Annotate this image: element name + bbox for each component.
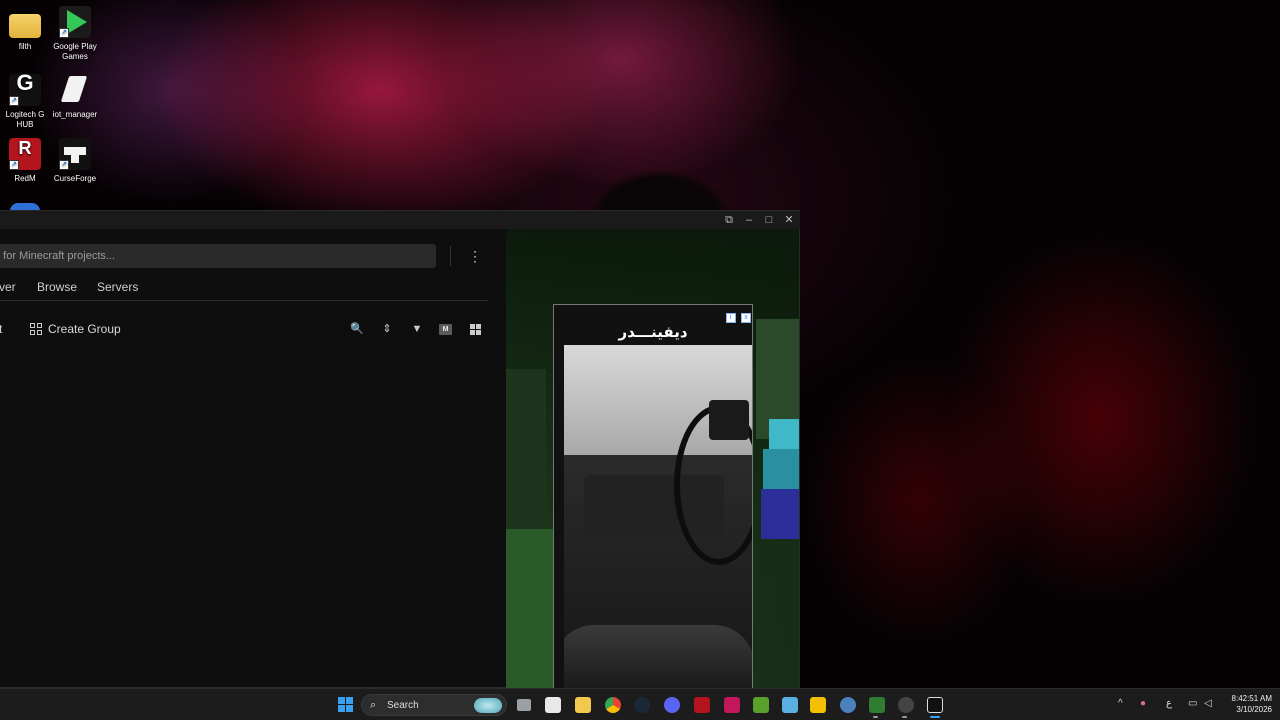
start-button[interactable] [338,697,354,713]
active-indicator [930,716,940,718]
partial-action-button[interactable]: t [0,322,2,336]
ad-info-icon[interactable]: i [725,313,736,323]
chrome-icon[interactable] [605,697,621,713]
grid-view-icon[interactable] [470,324,481,335]
rockstar-icon[interactable] [810,697,826,713]
filter-icon[interactable]: ▼ [409,321,425,337]
minecraft-character [761,419,799,539]
tray-overflow-icon[interactable]: ^ [1118,698,1123,709]
desktop-icon-label: Google Play Games [53,42,97,61]
taskbar-search-label: Search [387,700,419,711]
desktop-icon-filth[interactable]: filth [0,8,53,52]
minimize-button[interactable]: – [740,212,758,228]
ad-image-pillar [554,305,564,688]
more-options-icon[interactable]: ⋮ [467,244,483,268]
desktop-icon-google-play-games[interactable]: ↗ Google Play Games [47,6,103,62]
redm-icon: ↗ [9,138,41,170]
library-actions: t Create Group 🔍 ⇕ ▼ M [0,317,488,341]
ad-background: ديفينـــدر i x [506,229,799,689]
ad-title: ديفينـــدر [618,323,688,341]
search-icon[interactable]: 🔍 [349,321,365,337]
maximize-button[interactable]: □ [760,212,778,228]
ad-image-mirror [709,400,749,440]
desktop-icon-label: filth [18,42,32,51]
minecraft-icon[interactable] [753,697,769,713]
search-input[interactable] [0,244,436,268]
input-language-indicator[interactable]: ع [1166,698,1172,709]
app-icon[interactable] [724,697,740,713]
redm-icon[interactable] [694,697,710,713]
snap-layout-icon[interactable]: ⧉ [720,212,738,228]
volume-icon[interactable]: ◁ [1204,698,1212,709]
desktop-icon-label: RedM [14,174,36,183]
clock-date: 3/10/2026 [1236,705,1272,714]
taskbar: ⌕ Search ^ ● ع ▭ ◁ 8:42:51 AM 3/10/2026 [0,688,1280,720]
browser-icon[interactable] [840,697,856,713]
shortcut-arrow-icon: ↗ [9,96,19,106]
logitech-g-hub-icon: ↗ [9,74,41,106]
shortcut-arrow-icon: ↗ [59,160,69,170]
tab-servers[interactable]: Servers [97,280,138,294]
network-icon[interactable]: ▭ [1188,698,1197,709]
desktop-icon-curseforge[interactable]: ↗ CurseForge [47,138,103,184]
window-titlebar[interactable]: ⧉ – □ ✕ [0,211,800,229]
curseforge-taskbar-icon[interactable] [927,697,943,713]
tab-browse[interactable]: Browse [37,280,77,294]
desktop-icon-label: Logitech G HUB [5,110,45,129]
search-icon: ⌕ [370,699,377,711]
system-clock[interactable]: 8:42:51 AM 3/10/2026 [1222,693,1272,715]
view-mode-badge[interactable]: M [439,324,452,335]
desktop-icon-iot-manager[interactable]: iot_manager [47,74,103,120]
tab-discover[interactable]: ver [0,280,16,294]
steam-icon[interactable] [634,697,650,713]
xbox-icon[interactable] [869,697,885,713]
advertisement-card[interactable]: ديفينـــدر i x [553,304,753,689]
running-indicator [873,716,878,718]
desktop-icon-redm[interactable]: ↗ RedM [0,138,53,184]
curseforge-icon: ↗ [59,138,91,170]
create-group-icon [30,323,42,335]
desktop-icon-logitech-g-hub[interactable]: ↗ Logitech G HUB [0,74,53,130]
desktop-icon-label: iot_manager [52,110,98,119]
microsoft-store-icon[interactable] [545,697,561,713]
taskbar-search[interactable]: ⌕ Search [361,694,507,716]
create-group-button[interactable]: Create Group [48,322,121,336]
shortcut-arrow-icon: ↗ [9,160,19,170]
google-play-games-icon: ↗ [59,6,91,38]
iot-manager-icon [59,74,91,106]
file-explorer-icon[interactable] [575,697,591,713]
nav-tabs: ver Browse Servers [0,273,488,301]
folder-icon [9,14,41,38]
search-bar [0,244,436,268]
search-highlight-icon [474,698,502,713]
obs-icon[interactable] [898,697,914,713]
launcher-icon[interactable] [782,697,798,713]
toolbar-divider [450,246,451,266]
ad-image-seat [554,625,752,688]
discord-icon[interactable] [664,697,680,713]
running-indicator [902,716,907,718]
desktop-icon-label: CurseForge [53,174,97,183]
close-button[interactable]: ✕ [780,212,798,228]
task-view-icon[interactable] [517,699,531,711]
sort-icon[interactable]: ⇕ [379,321,395,337]
shortcut-arrow-icon: ↗ [59,28,69,38]
microphone-icon[interactable]: ● [1140,698,1146,709]
ad-badges: i x [725,306,751,323]
curseforge-window: ⧉ – □ ✕ ⋮ ver Browse Servers t Create Gr… [0,210,800,689]
clock-time: 8:42:51 AM [1231,694,1272,703]
ad-close-icon[interactable]: x [741,313,751,323]
